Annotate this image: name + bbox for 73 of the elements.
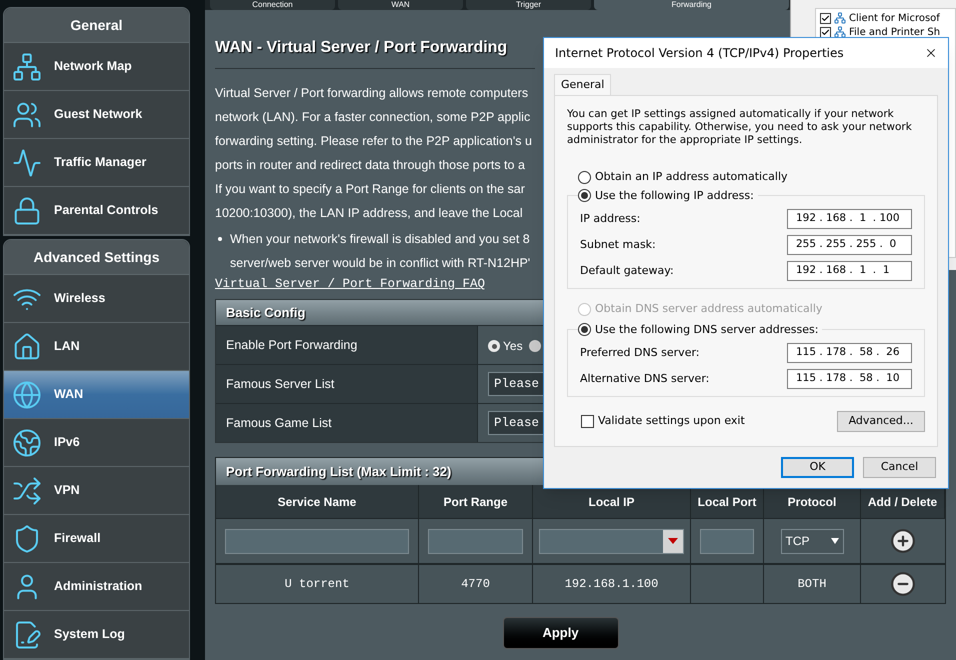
local-ip-combobox[interactable] <box>539 528 684 554</box>
table-cell: BOTH <box>764 565 861 603</box>
radio-button[interactable] <box>578 323 591 336</box>
dropdown-arrow-icon <box>668 538 678 544</box>
service-name-input[interactable] <box>225 528 409 554</box>
dropdown-arrow-icon <box>830 538 838 544</box>
ip-address-field[interactable]: 192 . 168 . 1 . 1 <box>787 261 912 281</box>
description-line: forwarding setting. Please refer to the P2P application's u <box>215 133 532 150</box>
sidebar-heading: General <box>4 8 189 43</box>
description-line: If you want to specify a Port Range for clients on the sar <box>215 181 525 198</box>
lock-icon <box>12 196 42 226</box>
network-icon <box>12 52 42 82</box>
faq-link[interactable]: Virtual Server / Port Forwarding FAQ <box>215 275 486 293</box>
radio-label: Yes <box>503 338 523 355</box>
local-port-input[interactable] <box>700 528 754 554</box>
protocol-dropdown[interactable]: TCP <box>780 528 844 554</box>
field-label: Alternative DNS server: <box>580 370 710 387</box>
advanced-button[interactable]: Advanced... <box>837 411 925 432</box>
radio-button[interactable] <box>578 170 591 184</box>
list-item-label: Client for Microsof <box>849 12 940 26</box>
page-title: WAN - Virtual Server / Port Forwarding <box>215 36 535 69</box>
ip-address-field[interactable]: 115 . 178 . 58 . 26 <box>787 343 912 363</box>
description-line: 10200:10300), the LAN IP address, and leave the Local <box>215 205 523 222</box>
add-icon[interactable] <box>890 528 916 554</box>
network-icon <box>834 26 846 38</box>
globe-icon <box>12 380 42 410</box>
description-line: network (LAN). For a faster connection, some P2P applic <box>215 109 530 126</box>
description-line: ports in router and redirect data through those ports to a <box>215 157 525 174</box>
field-label: Preferred DNS server: <box>580 344 700 361</box>
intro-text: You can get IP settings assigned automatically if your network supports this capability. Otherwise, you need to ask your network administrator for the appropriate IP settings. <box>567 108 913 147</box>
table-cell: 192.168.1.100 <box>533 565 691 603</box>
sidebar-heading: Advanced Settings <box>4 240 189 275</box>
page-tab[interactable]: Forwarding <box>594 0 789 10</box>
radio-button[interactable] <box>528 340 541 352</box>
dialog-button[interactable]: Cancel <box>863 457 936 478</box>
network-icon <box>834 12 846 24</box>
radio-label: Obtain DNS server address automatically <box>595 301 822 317</box>
dialog-tab[interactable]: General <box>554 74 612 95</box>
radio-button[interactable] <box>578 189 591 202</box>
ip-address-field[interactable]: 115 . 178 . 58 . 10 <box>787 369 912 389</box>
globe-icon <box>12 428 42 458</box>
dialog-button[interactable]: OK <box>781 457 854 478</box>
checkbox[interactable] <box>820 12 831 24</box>
close-icon[interactable] <box>924 46 938 60</box>
ip-address-field[interactable]: 255 . 255 . 255 . 0 <box>787 235 912 255</box>
page-tab[interactable]: Trigger <box>466 0 591 10</box>
list-item-label: File and Printer Sh <box>849 26 940 40</box>
apply-button[interactable]: Apply <box>502 617 618 649</box>
port-range-input[interactable] <box>428 528 523 554</box>
field-label: Default gateway: <box>580 262 674 279</box>
field-label: IP address: <box>580 210 640 227</box>
table-cell: U torrent <box>216 565 419 603</box>
checkbox[interactable] <box>581 415 594 428</box>
chart-icon <box>12 148 42 178</box>
bullet-line: When your network's firewall is disabled and you set 8 <box>230 231 530 248</box>
checkbox-label: Validate settings upon exit <box>598 413 745 430</box>
radio-button[interactable] <box>488 340 500 352</box>
field-label: Subnet mask: <box>580 236 656 253</box>
dialog-title: Internet Protocol Version 4 (TCP/IPv4) Properties <box>555 45 844 62</box>
ip-address-field[interactable]: 192 . 168 . 1 . 100 <box>787 209 912 229</box>
arrows-icon <box>12 476 42 506</box>
delete-icon[interactable] <box>890 571 916 597</box>
bullet-icon <box>218 237 222 241</box>
house-icon <box>12 332 42 362</box>
page-tab[interactable]: WAN <box>338 0 463 10</box>
radio-label: Obtain an IP address automatically <box>595 169 788 185</box>
page-tab[interactable]: Connection <box>210 0 335 10</box>
radio-label: Use the following IP address: <box>595 188 754 204</box>
description-line: Virtual Server / Port forwarding allows remote computers <box>215 85 528 102</box>
bullet-line: server/web server would be in conflict with RT-N12HP' <box>230 255 530 272</box>
sidebar-item[interactable]: WAN <box>4 371 189 419</box>
table-cell: 4770 <box>419 565 533 603</box>
checkbox[interactable] <box>820 26 831 38</box>
